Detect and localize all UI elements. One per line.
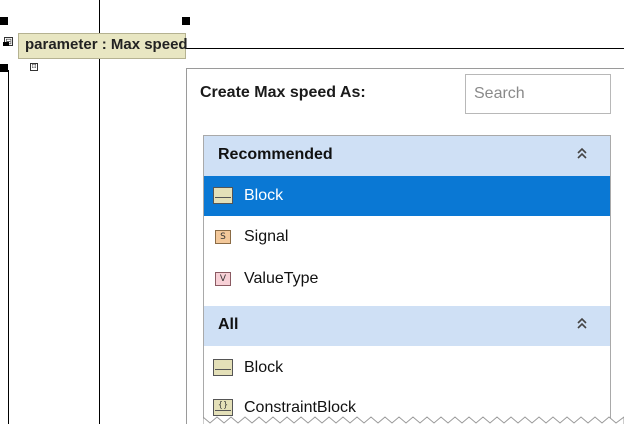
type-list: Recommended Block S Signal V ValueType A…: [203, 135, 611, 424]
parameter-part-label: parameter : Max speed: [25, 36, 188, 53]
torn-edge-decoration: [203, 416, 624, 424]
collapse-chevron-icon[interactable]: [576, 316, 588, 334]
list-item-signal[interactable]: S Signal: [204, 217, 610, 257]
frame-top-connector: [99, 0, 100, 34]
collapse-chevron-icon[interactable]: [576, 146, 588, 164]
group-header-recommended[interactable]: Recommended: [204, 136, 610, 176]
resize-handle-top-left[interactable]: [0, 17, 8, 25]
block-icon: [213, 359, 233, 376]
frame-left-edge: [8, 70, 9, 424]
port-icon: ⊡: [30, 63, 38, 71]
list-item-label: ValueType: [244, 270, 319, 287]
group-label: Recommended: [218, 146, 333, 163]
list-item-label: Signal: [244, 228, 289, 245]
resize-handle-top-right[interactable]: [182, 17, 190, 25]
resize-handle-bottom-left[interactable]: [0, 64, 8, 72]
search-input[interactable]: [465, 74, 611, 114]
group-label: All: [218, 316, 239, 333]
list-item-block-all[interactable]: Block: [204, 348, 610, 388]
list-item-block[interactable]: Block: [204, 176, 610, 216]
constraint-glyph: {}: [217, 400, 229, 409]
list-item-label: Block: [244, 187, 284, 204]
group-header-all[interactable]: All: [204, 306, 610, 346]
valuetype-icon: V: [215, 272, 231, 286]
popup-title: Create Max speed As:: [200, 84, 366, 101]
block-icon: [213, 187, 233, 204]
frame-top-edge: [186, 48, 624, 49]
list-item-label: Block: [244, 359, 284, 376]
signal-icon: S: [215, 230, 231, 244]
list-item-valuetype[interactable]: V ValueType: [204, 259, 610, 299]
lifeline-left: [99, 0, 100, 424]
resize-handle-middle-left[interactable]: [3, 42, 9, 46]
